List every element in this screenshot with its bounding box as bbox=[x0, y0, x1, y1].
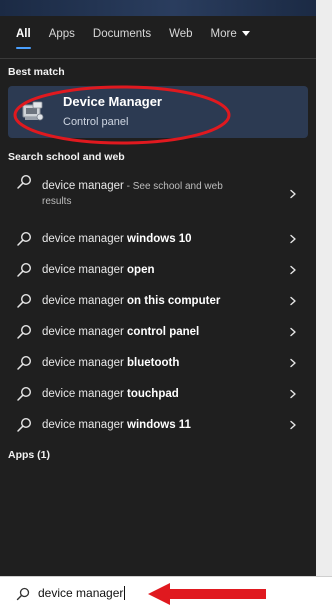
web-result-item[interactable]: device manager windows 11 bbox=[8, 414, 308, 436]
web-result-text: device manager windows 10 bbox=[42, 232, 288, 247]
web-result-query: device manager bbox=[42, 180, 124, 192]
chevron-right-icon bbox=[290, 234, 296, 244]
web-result-query: device manager bbox=[42, 418, 128, 431]
search-icon bbox=[17, 293, 32, 308]
best-match-heading: Best match bbox=[8, 66, 65, 78]
web-result-item[interactable]: device manager touchpad bbox=[8, 383, 308, 405]
tab-web[interactable]: Web bbox=[169, 28, 192, 40]
web-result-query: device manager bbox=[42, 263, 128, 276]
top-strip bbox=[0, 0, 316, 16]
web-result-item[interactable]: device manager - See school and web resul… bbox=[8, 174, 308, 214]
search-icon bbox=[17, 231, 32, 246]
best-match-title: Device Manager bbox=[63, 94, 162, 109]
chevron-right-icon bbox=[290, 265, 296, 275]
web-result-item[interactable]: device manager bluetooth bbox=[8, 352, 308, 374]
search-icon bbox=[17, 174, 32, 189]
web-result-text: device manager - See school and web resul… bbox=[42, 179, 288, 209]
search-icon bbox=[17, 417, 32, 432]
right-edge bbox=[316, 0, 332, 576]
tab-all[interactable]: All bbox=[16, 28, 31, 49]
web-result-query: device manager bbox=[42, 232, 128, 245]
tabs-divider bbox=[0, 58, 316, 59]
web-result-item[interactable]: device manager windows 10 bbox=[8, 228, 308, 250]
web-result-query: device manager bbox=[42, 356, 128, 369]
web-result-suggestion: on this computer bbox=[127, 294, 221, 307]
web-results-heading: Search school and web bbox=[8, 151, 125, 163]
chevron-right-icon bbox=[290, 327, 296, 337]
web-result-query: device manager bbox=[42, 294, 128, 307]
annotation-arrow bbox=[148, 583, 266, 605]
chevron-right-icon bbox=[290, 296, 296, 306]
web-result-text: device manager on this computer bbox=[42, 294, 288, 309]
web-result-text: device manager windows 11 bbox=[42, 418, 288, 433]
web-result-text: device manager touchpad bbox=[42, 387, 288, 402]
tab-documents[interactable]: Documents bbox=[93, 28, 151, 40]
web-result-query: device manager bbox=[42, 325, 128, 338]
search-icon bbox=[17, 262, 32, 277]
web-result-item[interactable]: device manager on this computer bbox=[8, 290, 308, 312]
web-result-suggestion: open bbox=[127, 263, 155, 276]
search-panel: All Apps Documents Web More Best match D… bbox=[0, 0, 316, 576]
filter-tabs: All Apps Documents Web More bbox=[0, 18, 316, 50]
web-result-suggestion: control panel bbox=[127, 325, 200, 338]
web-result-item[interactable]: device manager control panel bbox=[8, 321, 308, 343]
web-result-note: - See school and web bbox=[123, 181, 223, 192]
search-input[interactable]: device manager bbox=[38, 586, 126, 600]
web-result-suggestion: windows 11 bbox=[127, 418, 191, 431]
web-result-note: results bbox=[42, 196, 72, 207]
chevron-right-icon bbox=[290, 389, 296, 399]
web-result-item[interactable]: device manager open bbox=[8, 259, 308, 281]
web-result-query: device manager bbox=[42, 387, 128, 400]
web-result-text: device manager bluetooth bbox=[42, 356, 288, 371]
tab-more-label: More bbox=[210, 28, 237, 40]
search-icon bbox=[17, 324, 32, 339]
tab-apps[interactable]: Apps bbox=[49, 28, 75, 40]
search-icon bbox=[16, 587, 30, 601]
chevron-right-icon bbox=[290, 189, 296, 199]
chevron-right-icon bbox=[290, 420, 296, 430]
best-match-item[interactable]: Device Manager Control panel bbox=[8, 86, 308, 138]
apps-heading: Apps (1) bbox=[8, 449, 50, 461]
caret-down-icon bbox=[241, 31, 250, 37]
device-manager-icon bbox=[22, 101, 44, 121]
search-icon bbox=[17, 355, 32, 370]
search-icon bbox=[17, 386, 32, 401]
tab-more[interactable]: More bbox=[211, 28, 250, 40]
web-result-suggestion: touchpad bbox=[127, 387, 179, 400]
chevron-right-icon bbox=[290, 358, 296, 368]
web-result-suggestion: bluetooth bbox=[127, 356, 180, 369]
web-result-suggestion: windows 10 bbox=[127, 232, 192, 245]
web-result-text: device manager control panel bbox=[42, 325, 288, 340]
best-match-subtitle: Control panel bbox=[63, 116, 129, 128]
web-result-text: device manager open bbox=[42, 263, 288, 278]
